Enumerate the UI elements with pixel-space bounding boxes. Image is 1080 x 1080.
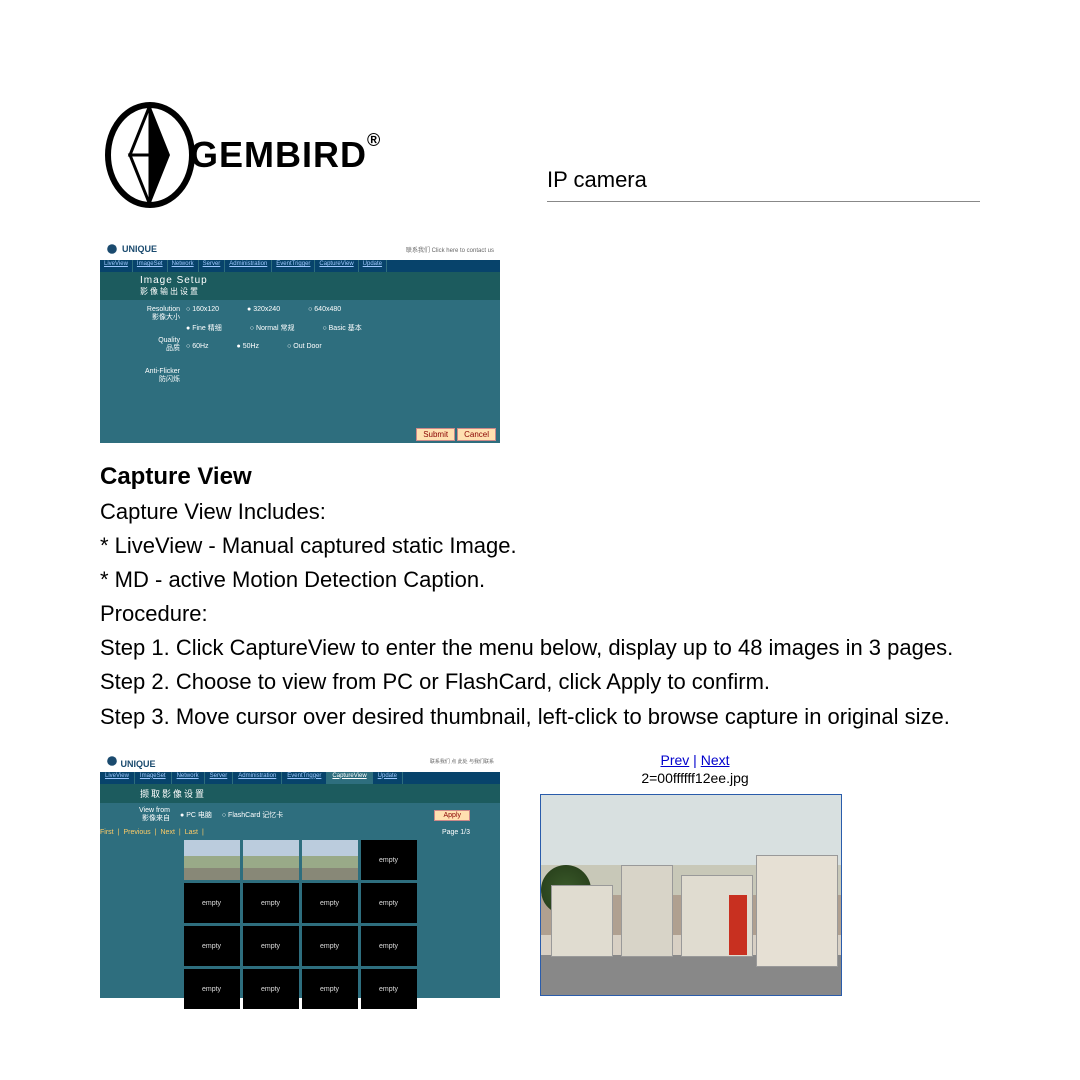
section-heading: Capture View <box>100 463 980 491</box>
ss2-contact-note: 联系我们 点 此处 与我们联系 <box>430 758 494 765</box>
thumbnail-empty[interactable]: empty <box>361 883 417 923</box>
page-indicator: Page 1/3 <box>442 829 500 836</box>
ss2-title: 撷取影像设置 <box>100 784 500 803</box>
thumbnail-empty[interactable]: empty <box>184 969 240 1009</box>
nav-last[interactable]: Last <box>185 829 198 836</box>
ss1-tab-update[interactable]: Update <box>359 260 387 272</box>
nav-next[interactable]: Next <box>161 829 175 836</box>
thumbnail-empty[interactable]: empty <box>302 969 358 1009</box>
brand-logo: GEMBIRD® <box>100 100 367 210</box>
next-link[interactable]: Next <box>701 752 730 768</box>
product-name: IP camera <box>547 167 980 193</box>
apply-button[interactable]: Apply <box>434 810 470 821</box>
nav-first[interactable]: First <box>100 829 114 836</box>
cancel-button[interactable]: Cancel <box>457 428 496 441</box>
ss1-title: Image Setup 影像输出设置 <box>100 272 500 300</box>
capture-view-screenshot: UNIQUE 联系我们 点 此处 与我们联系 LiveView ImageSet… <box>100 752 500 998</box>
opt-flashcard[interactable]: FlashCard 记忆卡 <box>222 810 283 820</box>
ss1-tab-admin[interactable]: Administration <box>225 260 272 272</box>
brand-name: GEMBIRD® <box>190 134 367 176</box>
ss1-logo-icon <box>106 243 118 255</box>
thumbnail-grid: emptyemptyemptyemptyemptyemptyemptyempty… <box>100 838 500 1011</box>
includes-label: Capture View Includes: <box>100 495 980 529</box>
page-header: GEMBIRD® IP camera <box>100 100 980 210</box>
body-text: Capture View Includes: * LiveView - Manu… <box>100 495 980 734</box>
ss2-tab-update[interactable]: Update <box>373 772 403 784</box>
ss1-row-quality[interactable]: Fine 精细 Normal 常规 Basic 基本 <box>186 323 500 333</box>
thumbnail-empty[interactable]: empty <box>243 969 299 1009</box>
thumbnail-empty[interactable]: empty <box>302 883 358 923</box>
thumbnail-empty[interactable]: empty <box>302 926 358 966</box>
thumbnail-empty[interactable]: empty <box>361 969 417 1009</box>
thumbnail-empty[interactable]: empty <box>184 926 240 966</box>
opt-pc[interactable]: PC 电脑 <box>180 810 212 820</box>
preview-filename: 2=00ffffff12ee.jpg <box>540 770 850 786</box>
bullet-md: * MD - active Motion Detection Caption. <box>100 563 980 597</box>
ss1-brand: UNIQUE <box>106 243 157 255</box>
thumbnail-empty[interactable]: empty <box>361 840 417 880</box>
ss1-row-resolution[interactable]: 160x120 320x240 640x480 <box>186 306 500 313</box>
ss1-row-antiflicker[interactable]: 60Hz 50Hz Out Door <box>186 343 500 350</box>
preview-image[interactable] <box>540 794 842 996</box>
nav-previous[interactable]: Previous <box>123 829 150 836</box>
ss2-brand: UNIQUE <box>106 755 156 769</box>
image-setup-screenshot: UNIQUE 联系我们 Click here to contact us Liv… <box>100 238 500 443</box>
ss2-tabs[interactable]: LiveView ImageSet Network Server Adminis… <box>100 772 500 784</box>
viewfrom-label: View from影像来自 <box>110 807 170 824</box>
pagination-nav: First| Previous| Next| Last| Page 1/3 <box>100 827 500 838</box>
header-divider <box>547 201 980 202</box>
ss1-label-antiflicker: Anti-Flicker防闪烁 <box>100 368 180 385</box>
ss2-tab-capture[interactable]: CaptureView <box>327 772 372 784</box>
ss2-tab-admin[interactable]: Administration <box>233 772 282 784</box>
ss1-tab-network[interactable]: Network <box>168 260 199 272</box>
thumbnail-image[interactable] <box>243 840 299 880</box>
ss2-logo-icon <box>106 755 118 767</box>
prev-link[interactable]: Prev <box>660 752 689 768</box>
ss2-tab-server[interactable]: Server <box>205 772 234 784</box>
step-3: Step 3. Move cursor over desired thumbna… <box>100 700 980 734</box>
procedure-label: Procedure: <box>100 597 980 631</box>
thumbnail-image[interactable] <box>302 840 358 880</box>
ss1-tabs[interactable]: LiveView ImageSet Network Server Adminis… <box>100 260 500 272</box>
preview-nav: Prev | Next <box>540 752 850 768</box>
ss1-tab-imageset[interactable]: ImageSet <box>133 260 168 272</box>
thumbnail-empty[interactable]: empty <box>243 883 299 923</box>
step-1: Step 1. Click CaptureView to enter the m… <box>100 631 980 665</box>
ss1-tab-liveview[interactable]: LiveView <box>100 260 133 272</box>
ss1-contact-note: 联系我们 Click here to contact us <box>406 245 494 254</box>
thumbnail-image[interactable] <box>184 840 240 880</box>
logo-icon <box>100 100 200 210</box>
thumbnail-empty[interactable]: empty <box>361 926 417 966</box>
bullet-liveview: * LiveView - Manual captured static Imag… <box>100 529 980 563</box>
ss1-tab-capture[interactable]: CaptureView <box>315 260 358 272</box>
ss1-tab-event[interactable]: EventTrigger <box>272 260 315 272</box>
preview-panel: Prev | Next 2=00ffffff12ee.jpg <box>540 752 850 998</box>
ss2-tab-liveview[interactable]: LiveView <box>100 772 135 784</box>
thumbnail-empty[interactable]: empty <box>184 883 240 923</box>
ss1-label-resolution: Resolution影像大小 <box>100 306 180 323</box>
submit-button[interactable]: Submit <box>416 428 455 441</box>
ss1-tab-server[interactable]: Server <box>199 260 226 272</box>
thumbnail-empty[interactable]: empty <box>243 926 299 966</box>
step-2: Step 2. Choose to view from PC or FlashC… <box>100 665 980 699</box>
ss2-tab-imageset[interactable]: ImageSet <box>135 772 172 784</box>
ss2-tab-event[interactable]: EventTrigger <box>282 772 327 784</box>
ss1-label-quality: Quality品质 <box>100 337 180 354</box>
ss2-tab-network[interactable]: Network <box>172 772 205 784</box>
